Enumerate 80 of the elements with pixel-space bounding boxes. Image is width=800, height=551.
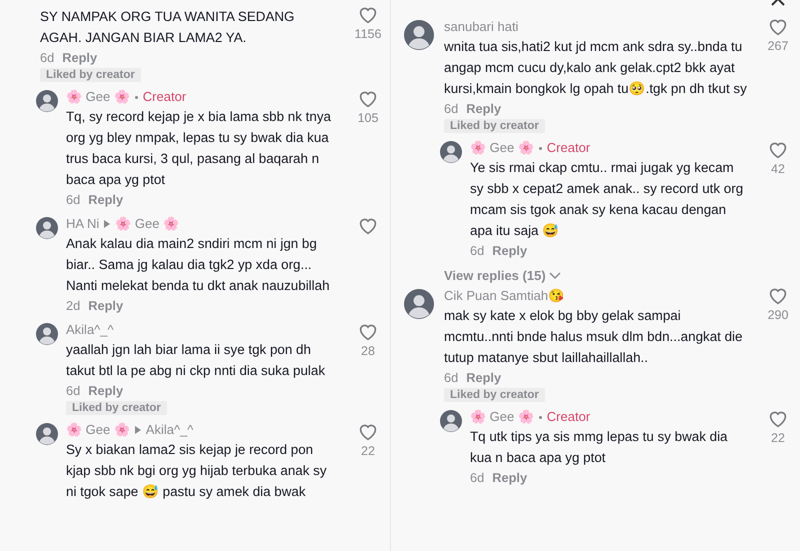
like-button[interactable] xyxy=(768,287,788,305)
author-name[interactable]: Akila^_^ xyxy=(66,321,114,339)
like-count: 22 xyxy=(361,443,375,459)
avatar-icon[interactable] xyxy=(404,20,434,50)
heart-icon xyxy=(358,323,378,341)
reply-link[interactable]: Reply xyxy=(88,296,124,315)
author-name[interactable]: 🌸 Gee 🌸 xyxy=(66,88,130,106)
reply-link[interactable]: Reply xyxy=(492,468,528,487)
heart-icon xyxy=(768,287,788,305)
reply-link[interactable]: Reply xyxy=(466,368,502,387)
like-button[interactable] xyxy=(358,323,378,341)
comment-text: SY NAMPAK ORG TUA WANITA SEDANG AGAH. JANGAN BIAR LAMA2 YA. xyxy=(40,8,296,47)
author-name[interactable]: Cik Puan Samtiah😘 xyxy=(444,287,564,305)
liked-by-creator-tag: Liked by creator xyxy=(444,388,545,402)
reply-to-name[interactable]: Akila^_^ xyxy=(146,421,194,439)
author-name[interactable]: 🌸 Gee 🌸 xyxy=(66,421,130,439)
comment-text: wnita tua sis,hati2 kut jd mcm ank sdra sy..bnda tu angap mcm cucu dy,kalo ank gelak.cpt2 bkk ayat kursi,kmain bongkok lg opah tu🥺.tgk pn dh tkut sy xyxy=(444,38,748,98)
author-name[interactable]: sanubari hati xyxy=(444,18,518,36)
creator-tag: Creator xyxy=(546,139,590,157)
liked-by-creator-tag: Liked by creator xyxy=(66,401,167,415)
comment-text: Tq, sy record kejap je x bia lama sbb nk tnya org yg bley nmpak, lepas tu sy bwak dia kua trus baca kursi, 3 qul, pasang al baqarah n baca apa yg ptot xyxy=(66,108,332,189)
comment-time: 6d xyxy=(444,369,458,387)
creator-tag: Creator xyxy=(142,88,186,106)
comment-text: Ye sis rmai ckap cmtu.. rmai jugak yg kecam sy sbb x cepat2 amek anak.. sy record utk org mcam sis tgok anak sy kena kacau dengan apa itu saja 😅 xyxy=(470,159,744,240)
like-button[interactable] xyxy=(768,18,788,36)
author-name[interactable]: 🌸 Gee 🌸 xyxy=(470,408,534,426)
avatar-icon[interactable] xyxy=(36,90,58,112)
reply-link[interactable]: Reply xyxy=(88,190,124,209)
heart-icon xyxy=(768,410,788,428)
like-count: 290 xyxy=(768,307,788,323)
comment-time: 6d xyxy=(470,242,484,260)
comment-text: yaallah jgn lah biar lama ii sye tgk pon dh takut btl la pe abg ni ckp nnti dia suka pulak xyxy=(66,341,326,380)
heart-icon xyxy=(358,90,378,108)
comment-time: 6d xyxy=(66,191,80,209)
comment-text: Anak kalau dia main2 sndiri mcm ni jgn bg biar.. Sama jg kalau dia tgk2 yp xda org... Nanti melekat benda tu dkt anak nauzubillah xyxy=(66,235,331,295)
comment-text: Tq utk tips ya sis mmg lepas tu sy bwak dia kua n baca apa yg ptot xyxy=(470,428,728,467)
comment-time: 6d xyxy=(40,49,54,67)
like-button[interactable] xyxy=(768,410,788,428)
heart-icon xyxy=(358,423,378,441)
view-replies-button[interactable]: View replies (15) xyxy=(444,268,561,283)
chevron-down-icon xyxy=(548,272,561,280)
comment-time: 6d xyxy=(470,469,484,487)
avatar-icon[interactable] xyxy=(36,323,58,345)
like-count: 28 xyxy=(361,343,375,359)
reply-link[interactable]: Reply xyxy=(466,99,502,118)
avatar-icon[interactable] xyxy=(404,289,434,319)
like-button[interactable] xyxy=(358,6,378,24)
reply-link[interactable]: Reply xyxy=(492,241,528,260)
comment-time: 2d xyxy=(66,297,80,315)
heart-icon xyxy=(358,6,378,24)
reply-link[interactable]: Reply xyxy=(62,48,98,67)
avatar-icon[interactable] xyxy=(36,217,58,239)
heart-icon xyxy=(358,217,378,235)
author-name[interactable]: 🌸 Gee 🌸 xyxy=(470,139,534,157)
triangle-icon xyxy=(104,220,110,228)
triangle-icon xyxy=(134,426,141,434)
like-count: 22 xyxy=(771,430,785,446)
liked-by-creator-tag: Liked by creator xyxy=(40,68,141,82)
comment-text: mak sy kate x elok bg bby gelak sampai mcmtu..nnti bnde halus msuk dlm bdn...angkat die tutup matanye sbut laillahaillallah.. xyxy=(444,307,744,367)
like-count: 42 xyxy=(771,161,785,177)
like-count: 267 xyxy=(768,38,788,54)
creator-tag: Creator xyxy=(546,408,590,426)
like-count: 1156 xyxy=(354,26,382,42)
author-name[interactable]: HA Ni xyxy=(66,215,100,233)
liked-by-creator-tag: Liked by creator xyxy=(444,119,545,133)
like-button[interactable] xyxy=(358,217,378,235)
like-button[interactable] xyxy=(358,423,378,441)
reply-to-name[interactable]: 🌸 Gee 🌸 xyxy=(115,215,180,233)
heart-icon xyxy=(768,18,788,36)
avatar-icon[interactable] xyxy=(440,410,462,432)
avatar-icon[interactable] xyxy=(440,141,462,163)
reply-link[interactable]: Reply xyxy=(88,381,124,400)
like-button[interactable] xyxy=(358,90,378,108)
comment-time: 6d xyxy=(66,382,80,400)
heart-icon xyxy=(768,141,788,159)
comment-time: 6d xyxy=(444,100,458,118)
avatar-icon[interactable] xyxy=(36,423,58,445)
like-button[interactable] xyxy=(768,141,788,159)
comment-text: Sy x biakan lama2 sis kejap je record pon kjap sbb nk bgi org yg hijab terbuka anak sy ni tgok sape 😅 pastu sy amek dia bwak xyxy=(66,441,328,501)
like-count: 105 xyxy=(358,110,378,126)
